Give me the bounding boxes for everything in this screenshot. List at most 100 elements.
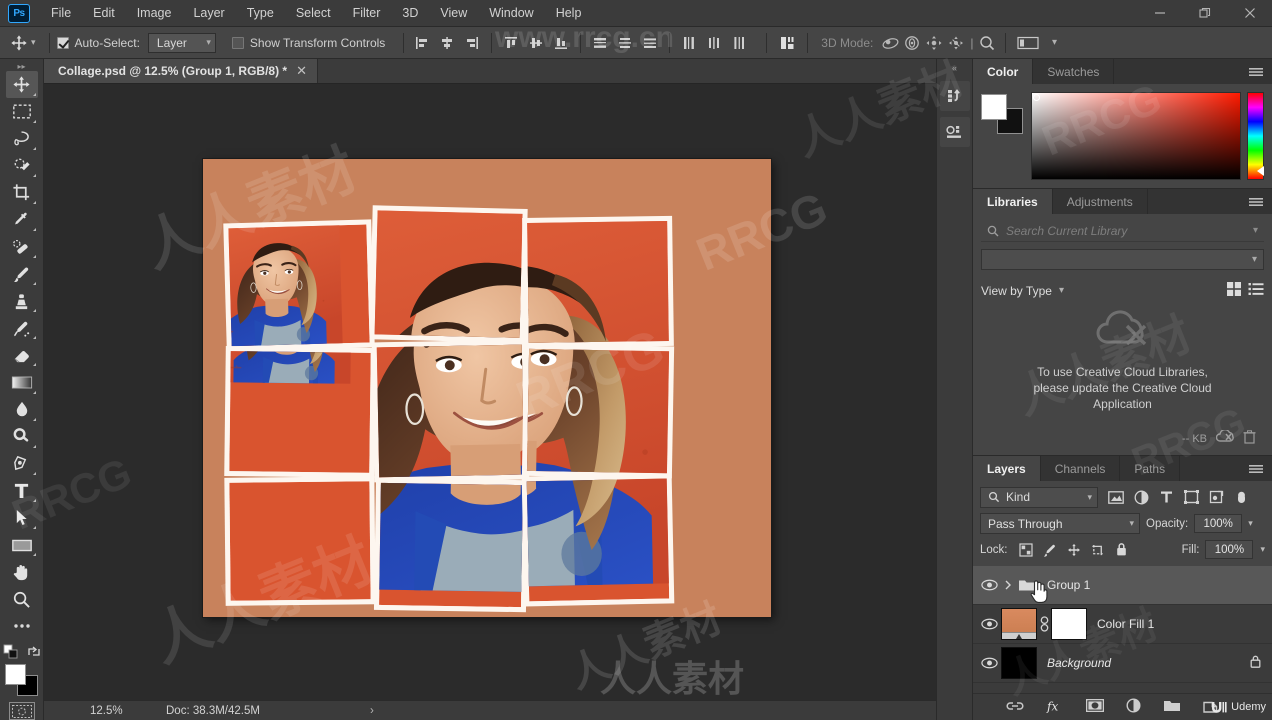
- color-panel-menu-icon[interactable]: [1240, 59, 1272, 84]
- rectangular-marquee-tool[interactable]: [6, 99, 38, 125]
- minimize-button[interactable]: [1137, 0, 1182, 26]
- lock-transparent-pixels-icon[interactable]: [1015, 540, 1037, 559]
- show-transform-group[interactable]: Show Transform Controls: [232, 36, 385, 50]
- restore-button[interactable]: [1182, 0, 1227, 26]
- layer-filter-kind-dropdown[interactable]: Kind ▾: [980, 487, 1098, 508]
- close-icon[interactable]: ✕: [296, 63, 307, 79]
- screen-mode-icon[interactable]: [1013, 32, 1043, 54]
- pixel-filter-icon[interactable]: [1104, 486, 1128, 508]
- pan-3d-icon[interactable]: [923, 32, 945, 54]
- lock-icon[interactable]: [1249, 654, 1266, 672]
- path-selection-tool[interactable]: [6, 505, 38, 531]
- clone-stamp-tool[interactable]: [6, 288, 38, 314]
- lasso-tool[interactable]: [6, 126, 38, 152]
- zoom-level[interactable]: 12.5%: [44, 705, 90, 717]
- rectangle-tool[interactable]: [6, 532, 38, 558]
- quick-selection-tool[interactable]: [6, 153, 38, 179]
- layer-name-background[interactable]: Background: [1037, 656, 1111, 670]
- roll-3d-icon[interactable]: [901, 32, 923, 54]
- distribute-bottom-icon[interactable]: [639, 32, 661, 54]
- tab-adjustments[interactable]: Adjustments: [1053, 189, 1148, 214]
- hue-slider[interactable]: [1247, 92, 1264, 180]
- tab-color[interactable]: Color: [973, 59, 1033, 84]
- type-tool[interactable]: [6, 478, 38, 504]
- menu-filter[interactable]: Filter: [342, 2, 392, 24]
- layer-row-color-fill-1[interactable]: Color Fill 1: [973, 605, 1272, 644]
- add-layer-style-icon[interactable]: fx: [1046, 699, 1064, 716]
- visibility-toggle-icon[interactable]: [977, 618, 1001, 630]
- crop-tool[interactable]: [6, 180, 38, 206]
- move-tool[interactable]: [6, 71, 38, 97]
- lock-image-pixels-icon[interactable]: [1039, 540, 1061, 559]
- distribute-right-icon[interactable]: [728, 32, 750, 54]
- opacity-chevron-icon[interactable]: ▾: [1248, 518, 1253, 529]
- zoom-3d-icon[interactable]: [976, 32, 998, 54]
- fill-value[interactable]: 100%: [1205, 540, 1253, 559]
- add-layer-mask-icon[interactable]: [1086, 699, 1104, 715]
- document-tab[interactable]: Collage.psd @ 12.5% (Group 1, RGB/8) * ✕: [44, 58, 318, 83]
- tab-swatches[interactable]: Swatches: [1033, 59, 1114, 84]
- view-by-label[interactable]: View by Type: [981, 284, 1052, 298]
- collapse-panels-icon[interactable]: «: [937, 61, 972, 75]
- edit-toolbar-icon[interactable]: [6, 613, 38, 639]
- opacity-value[interactable]: 100%: [1194, 514, 1242, 533]
- align-right-edges-icon[interactable]: [461, 32, 483, 54]
- layer-thumbnail-background[interactable]: [1001, 647, 1037, 679]
- filter-toggle-icon[interactable]: [1229, 486, 1253, 508]
- quick-mask-icon[interactable]: [9, 702, 35, 720]
- canvas-viewport[interactable]: 人人素材 RRCG RRCG 人人素材 人人素材: [44, 84, 936, 700]
- menu-3d[interactable]: 3D: [391, 2, 429, 24]
- zoom-tool[interactable]: [6, 586, 38, 612]
- library-search-row[interactable]: Search Current Library ▾: [981, 220, 1264, 242]
- libraries-panel-menu-icon[interactable]: [1240, 189, 1272, 214]
- default-colors-icon[interactable]: [3, 644, 19, 660]
- screen-mode-chevron-icon[interactable]: ▾: [1043, 32, 1065, 54]
- tab-paths[interactable]: Paths: [1120, 456, 1180, 481]
- align-bottom-edges-icon[interactable]: [550, 32, 572, 54]
- eyedropper-tool[interactable]: [6, 207, 38, 233]
- active-tool-preset[interactable]: ▾: [0, 34, 42, 52]
- swap-colors-icon[interactable]: [27, 645, 41, 659]
- auto-select-scope-dropdown[interactable]: Layer ▾: [148, 33, 216, 53]
- layer-row-group-1[interactable]: Group 1: [973, 566, 1272, 605]
- new-adjustment-layer-icon[interactable]: [1126, 698, 1141, 716]
- auto-select-group[interactable]: Auto-Select:: [57, 36, 140, 50]
- menu-view[interactable]: View: [429, 2, 478, 24]
- lock-artboard-nesting-icon[interactable]: [1087, 540, 1109, 559]
- blur-tool[interactable]: [6, 397, 38, 423]
- foreground-color-swatch[interactable]: [5, 664, 26, 685]
- align-top-edges-icon[interactable]: [500, 32, 522, 54]
- artboard[interactable]: [203, 159, 771, 617]
- slide-3d-icon[interactable]: [945, 32, 967, 54]
- type-filter-icon[interactable]: [1154, 486, 1178, 508]
- align-horizontal-centers-icon[interactable]: [436, 32, 458, 54]
- menu-select[interactable]: Select: [285, 2, 342, 24]
- color-panel-foreground-swatch[interactable]: [981, 94, 1007, 120]
- eraser-tool[interactable]: [6, 342, 38, 368]
- layers-panel-menu-icon[interactable]: [1240, 456, 1272, 481]
- pen-tool[interactable]: [6, 451, 38, 477]
- adjustment-filter-icon[interactable]: [1129, 486, 1153, 508]
- blend-mode-dropdown[interactable]: Pass Through ▾: [980, 513, 1140, 534]
- view-by-chevron-icon[interactable]: ▾: [1059, 285, 1064, 296]
- layer-row-background[interactable]: Background: [973, 644, 1272, 683]
- distribute-vertical-center-icon[interactable]: [614, 32, 636, 54]
- grid-view-icon[interactable]: [1226, 281, 1242, 300]
- group-expand-icon[interactable]: [1001, 580, 1015, 590]
- menu-help[interactable]: Help: [545, 2, 593, 24]
- shape-filter-icon[interactable]: [1179, 486, 1203, 508]
- smart-object-filter-icon[interactable]: [1204, 486, 1228, 508]
- layer-mask-thumbnail[interactable]: [1051, 608, 1087, 640]
- chevron-down-icon[interactable]: ▾: [1253, 225, 1258, 236]
- distribute-horizontal-center-icon[interactable]: [703, 32, 725, 54]
- layer-name-group-1[interactable]: Group 1: [1037, 578, 1090, 592]
- delete-library-icon[interactable]: [1243, 430, 1256, 447]
- library-selector-dropdown[interactable]: ▾: [981, 249, 1264, 270]
- color-panel-swatches[interactable]: [981, 94, 1025, 134]
- fill-chevron-icon[interactable]: ▾: [1260, 544, 1265, 555]
- new-group-icon[interactable]: [1163, 699, 1181, 715]
- history-panel-icon[interactable]: [940, 81, 970, 111]
- menu-file[interactable]: File: [40, 2, 82, 24]
- gradient-tool[interactable]: [6, 369, 38, 395]
- menu-layer[interactable]: Layer: [182, 2, 235, 24]
